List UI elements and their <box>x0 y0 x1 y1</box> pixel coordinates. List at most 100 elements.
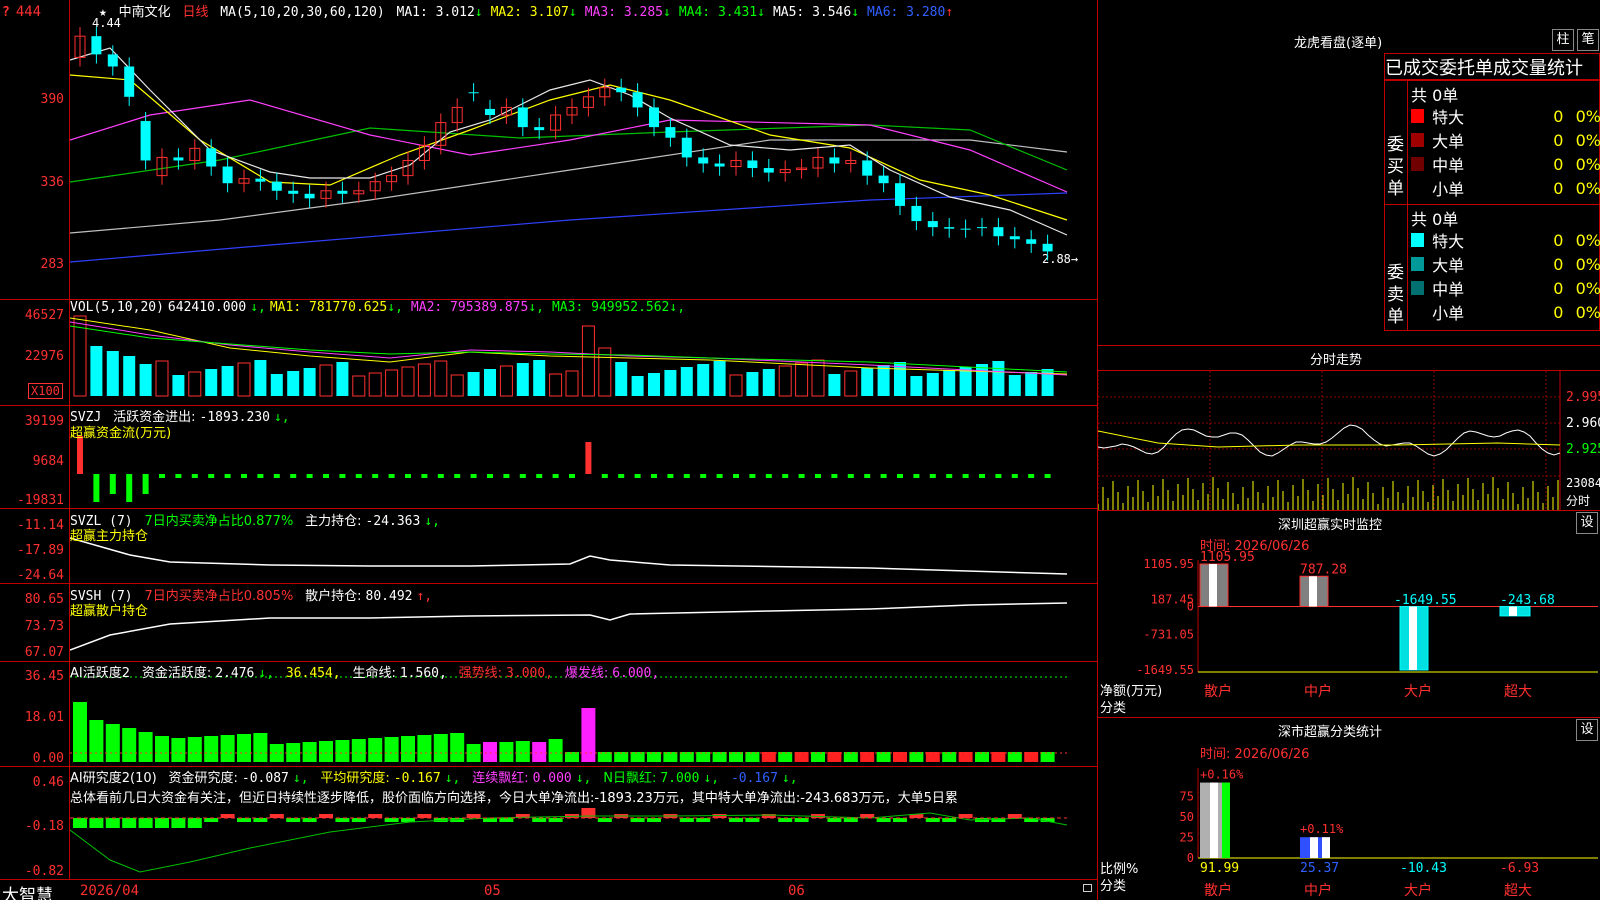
candle-body <box>107 54 118 67</box>
activity-bar <box>105 724 120 762</box>
y-tick: 2.960 <box>1566 416 1600 431</box>
vol-ma-line <box>70 325 1068 373</box>
category-label: 中户 <box>1304 882 1332 899</box>
candle-body <box>288 190 299 194</box>
volume-bar <box>762 369 775 396</box>
activity-bar <box>745 752 760 762</box>
volume-bar <box>581 325 595 397</box>
research-bar <box>335 818 350 822</box>
research-bar <box>827 818 842 822</box>
y-tick: 2.925 <box>1566 442 1600 457</box>
volume-bar <box>729 374 743 397</box>
activity-bar <box>811 752 825 762</box>
flow-bar <box>224 474 231 478</box>
activity-bar <box>499 742 514 762</box>
flow-bar <box>749 474 756 478</box>
y-tick: 0.00 <box>32 751 64 766</box>
main-chart-area[interactable]: ? 444 ★ 中南文化 日线 MA(5,10,20,30,60,120) MA1… <box>0 0 1098 900</box>
flow-bar <box>864 474 871 478</box>
change-label: +0.11% <box>1300 822 1344 836</box>
flow-bar <box>536 474 543 478</box>
volume-bar <box>697 364 710 396</box>
y-tick: 80.65 <box>24 592 64 607</box>
color-swatch <box>1411 133 1425 147</box>
axis-label: 分类 <box>1100 701 1127 716</box>
flow-bar <box>782 474 789 478</box>
flow-bar <box>946 474 953 478</box>
candle-body <box>124 66 135 97</box>
color-swatch <box>1411 233 1425 247</box>
tick-mode-button[interactable]: 笔 <box>1577 29 1599 51</box>
candle-body <box>1026 239 1037 244</box>
longhu-row: 大单 0 0% <box>1411 128 1600 152</box>
bar-mode-button[interactable]: 柱 <box>1552 29 1574 51</box>
flow-bar <box>880 474 887 478</box>
flow-bar <box>651 474 657 478</box>
research-bar <box>679 818 694 822</box>
volume-bar <box>123 356 136 396</box>
flow-bar <box>634 474 641 478</box>
flow-bar <box>1028 474 1035 478</box>
ma-line <box>70 192 1068 263</box>
lock-icon[interactable] <box>1083 884 1092 892</box>
research-bar <box>499 818 514 822</box>
flow-bar <box>339 474 346 478</box>
candle-body <box>271 181 282 191</box>
ratio-bar-highlight <box>1210 782 1218 858</box>
activity-bar <box>220 735 235 762</box>
vol-ma-line <box>70 321 1068 376</box>
candle-body <box>878 175 889 184</box>
candle-body <box>977 227 987 229</box>
value-label: 25.37 <box>1300 861 1339 876</box>
research-bar <box>237 818 251 822</box>
row-name: 特大 <box>1432 232 1465 251</box>
buy-total: 共 0单 <box>1411 86 1459 105</box>
value-label: -10.43 <box>1400 861 1447 876</box>
research-bar <box>220 814 235 818</box>
research-bar <box>73 818 87 828</box>
vol-ma-legend-item: MA3: 949952.562↓, <box>551 300 686 315</box>
divider <box>1098 510 1600 511</box>
research-bar <box>893 818 907 822</box>
volume-bar <box>336 362 349 396</box>
candle-body <box>304 193 315 199</box>
sz-monitor-title: 深圳超赢实时监控 <box>1278 518 1383 533</box>
activity-bar <box>335 740 350 762</box>
candle-body <box>206 148 217 167</box>
flow-bar <box>897 474 903 478</box>
vol-ma-line <box>70 317 1068 375</box>
flow-bar <box>208 474 215 478</box>
volume-bar <box>417 363 431 397</box>
row-name: 特大 <box>1432 108 1465 127</box>
settings-button[interactable]: 设 <box>1576 719 1598 741</box>
candle-body <box>895 183 905 206</box>
y-tick: 73.73 <box>24 619 64 634</box>
activity-bar <box>302 742 317 762</box>
candle-body <box>993 227 1004 237</box>
sell-orders-label: 委卖单 <box>1387 263 1404 327</box>
activity-bar <box>991 752 1006 762</box>
research-bar <box>466 814 481 818</box>
settings-button[interactable]: 设 <box>1576 512 1598 534</box>
candle-body <box>960 228 971 230</box>
volume-bar <box>926 373 939 396</box>
flow-bar <box>487 474 493 478</box>
y-tick: 336 <box>40 175 64 190</box>
intraday-chart[interactable] <box>1098 371 1600 510</box>
longhu-row: 小单 0 0% <box>1411 300 1600 324</box>
flow-bar <box>1044 474 1051 478</box>
kline-canvas[interactable] <box>70 0 1097 880</box>
research-bar <box>843 818 858 822</box>
sell-total: 共 0单 <box>1411 210 1459 229</box>
volume-bar <box>450 374 464 397</box>
bar-value-label: 1105.95 <box>1200 550 1255 565</box>
ratio-chart: 75 50 25 0 +0.16% +0.11% 91.99 25.37 -10.43 -6.93… <box>1180 768 1598 899</box>
volume-bar <box>188 371 202 397</box>
y-tick: 0 <box>1187 600 1194 614</box>
axis-label: 分类 <box>1100 879 1127 894</box>
research-bar <box>925 818 940 822</box>
flow-bar <box>241 474 247 478</box>
longhu-row: 大单 0 0% <box>1411 252 1600 276</box>
longhu-table: 已成交委托单成交量统计 委买单 委卖单 共 0单 共 0单 特大 0 0% 大单 0 0%… <box>1384 53 1600 331</box>
right-panels: 龙虎看盘(逐单) 柱 笔 已成交委托单成交量统计 委买单 委卖单 共 0单 共 … <box>1098 0 1600 900</box>
